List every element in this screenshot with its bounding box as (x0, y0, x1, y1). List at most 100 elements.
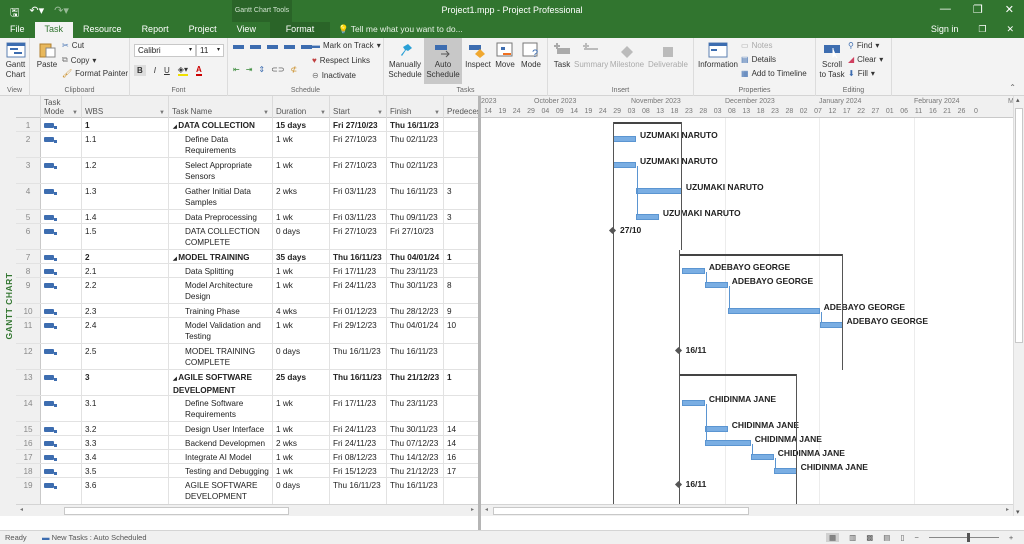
task-bar[interactable] (819, 322, 843, 328)
unlink-icon[interactable]: ⊄ (291, 65, 298, 74)
vertical-scrollbar[interactable]: ▴ ▾ (1013, 96, 1024, 516)
column-header-start[interactable]: Start ▼ (330, 96, 387, 118)
start-cell[interactable]: Fri 01/12/23 (330, 304, 387, 317)
row-number[interactable]: 4 (16, 184, 41, 209)
highlight-color-icon[interactable]: ◈▾ (177, 65, 188, 76)
task-bar[interactable] (613, 136, 636, 142)
finish-cell[interactable]: Thu 21/12/23 (387, 370, 444, 395)
report-shortcut[interactable]: ▯ (900, 533, 904, 542)
name-cell[interactable]: Model Architecture Design (169, 278, 273, 303)
table-row[interactable]: 10 2.3 Training Phase 4 wks Fri 01/12/23 Thu … (16, 304, 478, 318)
complete-75-icon[interactable] (284, 45, 295, 49)
task-usage-shortcut[interactable]: ▥ (849, 533, 856, 542)
duration-cell[interactable]: 0 days (273, 224, 330, 249)
table-row[interactable]: 12 2.5 MODEL TRAINING COMPLETE 0 days Thu 16… (16, 344, 478, 370)
table-row[interactable]: 8 2.1 Data Splitting 1 wk Fri 17/11/23 Thu 23… (16, 264, 478, 278)
row-number[interactable]: 16 (16, 436, 41, 449)
task-bar[interactable] (704, 440, 751, 446)
task-mode-cell[interactable] (41, 210, 82, 223)
collapse-ribbon-icon[interactable]: ⌃ (1009, 83, 1016, 92)
start-cell[interactable]: Fri 03/11/23 (330, 210, 387, 223)
task-bar[interactable] (727, 308, 820, 314)
finish-cell[interactable]: Thu 04/01/24 (387, 250, 444, 263)
zoom-in-button[interactable]: + (1009, 533, 1013, 542)
row-number[interactable]: 1 (16, 118, 41, 131)
tab-project[interactable]: Project (179, 22, 227, 38)
vertical-scroll-thumb[interactable] (1015, 108, 1023, 343)
wbs-cell[interactable]: 1.4 (82, 210, 169, 223)
task-bar[interactable] (613, 162, 636, 168)
task-mode-cell[interactable] (41, 464, 82, 477)
pred-cell[interactable]: 14 (444, 436, 478, 449)
duration-cell[interactable]: 2 wks (273, 184, 330, 209)
pred-cell[interactable]: 16 (444, 450, 478, 463)
start-cell[interactable]: Fri 27/10/23 (330, 132, 387, 157)
duration-cell[interactable]: 1 wk (273, 422, 330, 435)
finish-cell[interactable]: Thu 30/11/23 (387, 278, 444, 303)
row-number[interactable]: 5 (16, 210, 41, 223)
start-cell[interactable]: Fri 24/11/23 (330, 436, 387, 449)
column-header-task-mode[interactable]: Task Mode ▼ (41, 96, 82, 118)
tab-format[interactable]: Format (269, 22, 330, 38)
column-header-wbs[interactable]: WBS ▼ (82, 96, 169, 118)
task-bar[interactable] (635, 214, 659, 220)
start-cell[interactable]: Thu 16/11/23 (330, 344, 387, 369)
mode-button[interactable]: ? Mode (518, 42, 544, 70)
start-cell[interactable]: Thu 16/11/23 (330, 250, 387, 263)
name-cell[interactable]: Model Validation and Testing (169, 318, 273, 343)
chart-horizontal-scrollbar[interactable]: ◂ ▸ (481, 504, 1013, 516)
row-number[interactable]: 14 (16, 396, 41, 421)
name-cell[interactable]: ◢ DATA COLLECTION (169, 118, 273, 131)
start-cell[interactable]: Thu 16/11/23 (330, 370, 387, 395)
duration-cell[interactable]: 1 wk (273, 132, 330, 157)
pred-cell[interactable] (444, 118, 478, 131)
task-bar[interactable] (773, 468, 797, 474)
table-scroll-thumb[interactable] (64, 507, 289, 515)
duration-cell[interactable]: 1 wk (273, 158, 330, 183)
name-cell[interactable]: DATA COLLECTION COMPLETE (169, 224, 273, 249)
filter-dropdown-icon[interactable]: ▼ (263, 110, 269, 116)
pred-cell[interactable] (444, 132, 478, 157)
start-cell[interactable]: Fri 24/11/23 (330, 278, 387, 303)
wbs-cell[interactable]: 2.4 (82, 318, 169, 343)
format-painter-button[interactable]: 🖌 Format Painter (62, 69, 128, 78)
task-mode-cell[interactable] (41, 132, 82, 157)
auto-schedule-button[interactable]: Auto Schedule (424, 38, 462, 84)
complete-50-icon[interactable] (267, 45, 278, 49)
finish-cell[interactable]: Thu 09/11/23 (387, 210, 444, 223)
filter-dropdown-icon[interactable]: ▼ (377, 110, 383, 116)
wbs-cell[interactable]: 2.5 (82, 344, 169, 369)
scroll-right-icon[interactable]: ▸ (471, 506, 474, 513)
filter-dropdown-icon[interactable]: ▼ (72, 110, 78, 116)
pred-cell[interactable] (444, 344, 478, 369)
name-cell[interactable]: Define Data Requirements (169, 132, 273, 157)
column-header-task-name[interactable]: Task Name ▼ (169, 96, 273, 118)
outdent-icon[interactable]: ⇤ (233, 65, 240, 74)
wbs-cell[interactable]: 1.3 (82, 184, 169, 209)
pred-cell[interactable]: 17 (444, 464, 478, 477)
name-cell[interactable]: Training Phase (169, 304, 273, 317)
wbs-cell[interactable]: 2.3 (82, 304, 169, 317)
task-mode-cell[interactable] (41, 344, 82, 369)
select-all-corner[interactable] (16, 96, 41, 118)
filter-dropdown-icon[interactable]: ▼ (320, 110, 326, 116)
row-number[interactable]: 15 (16, 422, 41, 435)
respect-links-button[interactable]: ♥ Respect Links (312, 56, 370, 65)
task-mode-cell[interactable] (41, 370, 82, 395)
table-row[interactable]: 11 2.4 Model Validation and Testing 1 wk Fri… (16, 318, 478, 344)
task-mode-cell[interactable] (41, 118, 82, 131)
start-cell[interactable]: Fri 08/12/23 (330, 450, 387, 463)
task-mode-cell[interactable] (41, 318, 82, 343)
wbs-cell[interactable]: 1.1 (82, 132, 169, 157)
task-mode-cell[interactable] (41, 436, 82, 449)
duration-cell[interactable]: 1 wk (273, 450, 330, 463)
scroll-to-task-button[interactable]: Scroll to Task (818, 42, 846, 80)
finish-cell[interactable]: Thu 30/11/23 (387, 422, 444, 435)
name-cell[interactable]: Define Software Requirements (169, 396, 273, 421)
duration-cell[interactable]: 1 wk (273, 210, 330, 223)
insert-deliverable-button[interactable]: Deliverable (646, 42, 690, 70)
task-mode-cell[interactable] (41, 250, 82, 263)
task-bar[interactable] (704, 426, 728, 432)
finish-cell[interactable]: Thu 21/12/23 (387, 464, 444, 477)
move-button[interactable]: Move (492, 42, 518, 70)
